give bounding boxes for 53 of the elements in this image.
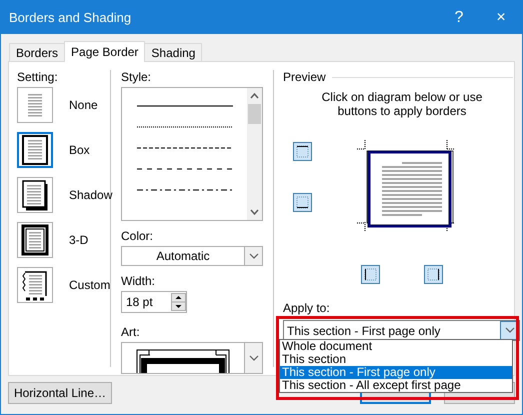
dropdown-option[interactable]: This section: [280, 353, 512, 366]
chevron-down-icon[interactable]: [504, 327, 514, 334]
chevron-down-icon[interactable]: [248, 354, 258, 362]
tab[interactable]: Borders: [9, 43, 66, 61]
apply-to-label: Apply to:: [283, 301, 331, 315]
border-position-icon: [364, 268, 377, 281]
width-label: Width:: [121, 274, 156, 288]
border-position-icon: [427, 268, 440, 281]
width-spinner[interactable]: 18 pt: [121, 291, 187, 313]
page-preview-drawing[interactable]: [357, 140, 457, 232]
dropdown-option[interactable]: This section - All except first page: [280, 379, 512, 392]
page-layout-icon: [20, 179, 50, 211]
border-position-icon: [296, 145, 309, 158]
preview-label: Preview: [283, 70, 326, 84]
horizontal-line-button[interactable]: Horizontal Line…: [8, 382, 112, 404]
setting-label: Shadow: [69, 188, 112, 202]
chevron-down-icon[interactable]: [248, 252, 258, 260]
setting-option[interactable]: [17, 177, 53, 213]
tab[interactable]: Shading: [144, 43, 202, 61]
page-layout-icon: [20, 269, 50, 301]
help-button[interactable]: ?: [438, 1, 480, 34]
border-toggle-button[interactable]: [293, 142, 312, 161]
dropdown-option[interactable]: This section - First page only: [280, 366, 512, 379]
setting-label: None: [69, 98, 98, 112]
setting-option[interactable]: [17, 267, 53, 303]
spinner-value: 18 pt: [125, 295, 154, 309]
border-position-icon: [296, 196, 309, 209]
page-layout-icon: [20, 134, 50, 166]
color-dropdown[interactable]: Automatic: [121, 246, 263, 266]
tab[interactable]: Page Border: [64, 41, 146, 62]
window-title: Borders and Shading: [8, 10, 132, 25]
art-label: Art:: [121, 325, 141, 339]
setting-label: Setting:: [17, 70, 59, 84]
setting-option[interactable]: [17, 222, 53, 258]
setting-label: Box: [69, 143, 90, 157]
dropdown-value: Automatic: [155, 249, 211, 263]
scroll-thumb[interactable]: [248, 104, 261, 124]
border-toggle-button[interactable]: [293, 193, 312, 212]
dropdown-option[interactable]: Whole document: [280, 340, 512, 353]
close-button[interactable]: ×: [480, 1, 522, 34]
style-label: Style:: [121, 70, 152, 84]
color-label: Color:: [121, 229, 154, 243]
setting-label: Custom: [69, 278, 110, 292]
setting-option[interactable]: [17, 132, 53, 168]
scrollbar[interactable]: [247, 88, 262, 220]
spin-arrows-icon[interactable]: [171, 293, 186, 311]
border-toggle-button[interactable]: [361, 265, 380, 284]
art-dropdown[interactable]: [121, 342, 263, 374]
page-layout-icon: [20, 224, 50, 256]
border-toggle-button[interactable]: [424, 265, 443, 284]
dropdown-value: This section - First page only: [286, 324, 442, 338]
preview-hint: Click on diagram below or use buttons to apply borders: [320, 90, 484, 118]
setting-label: 3-D: [69, 233, 88, 247]
